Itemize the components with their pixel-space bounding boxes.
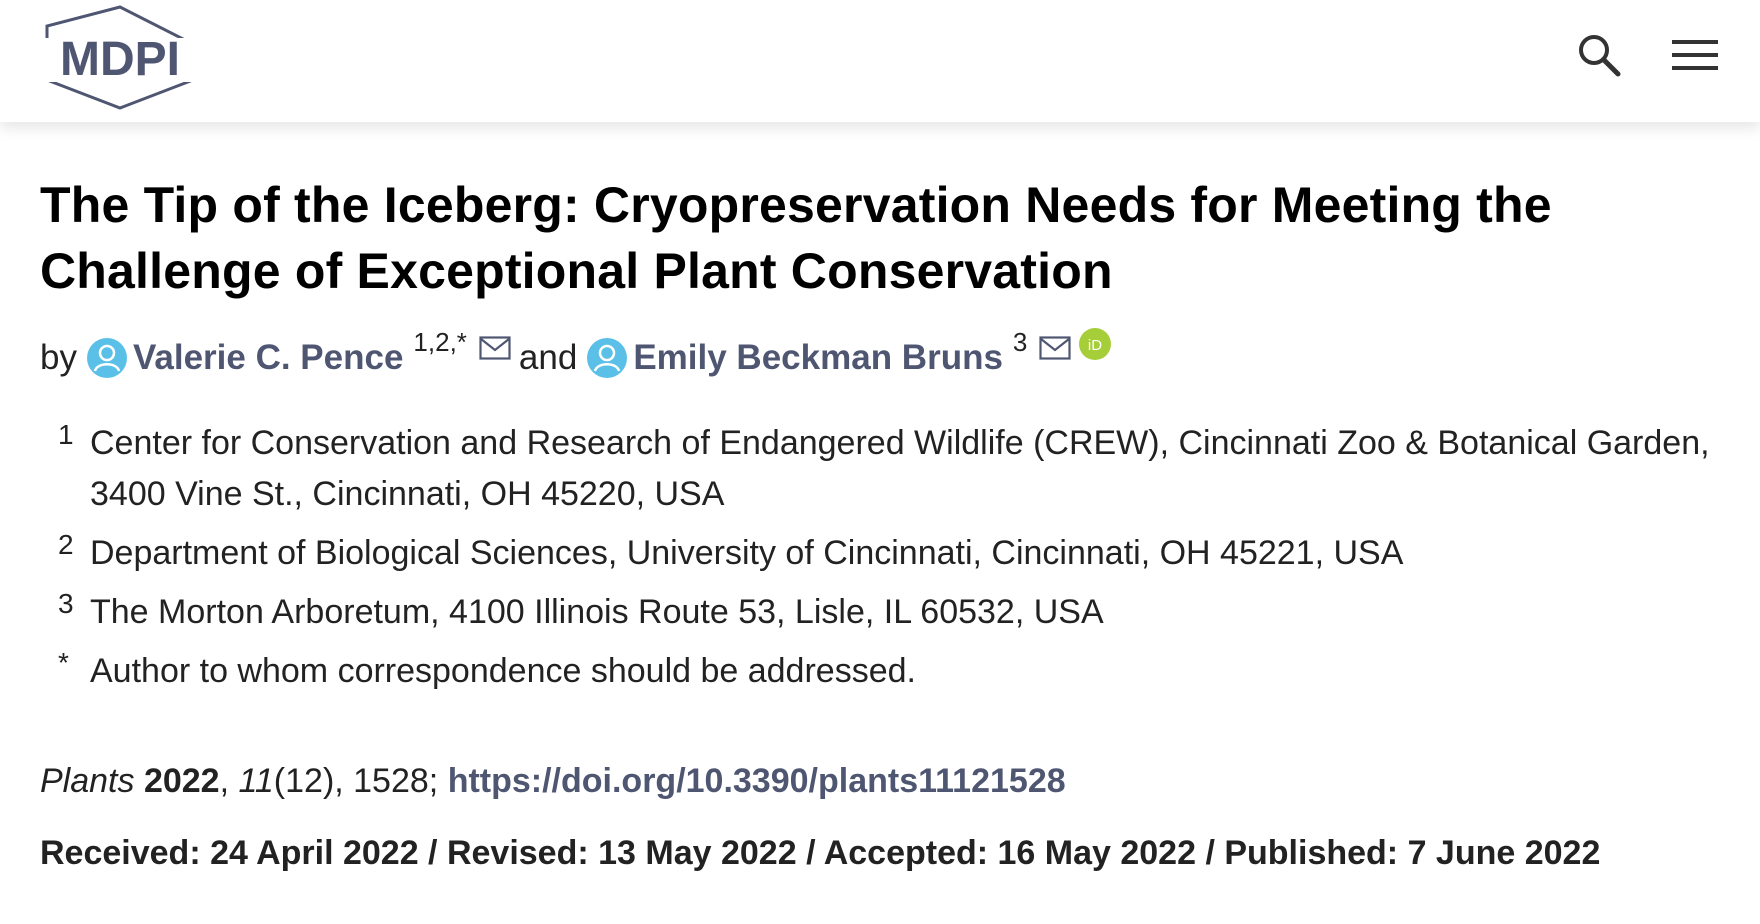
affiliation-item: 2 Department of Biological Sciences, Uni… (40, 528, 1730, 579)
hamburger-menu-icon (1672, 40, 1718, 70)
article-title: The Tip of the Iceberg: Cryopreservation… (40, 177, 1552, 299)
affiliation-text: The Morton Arboretum, 4100 Illinois Rout… (90, 593, 1104, 631)
citation-issue-pages: (12), 1528; (273, 762, 448, 800)
author-line: by Valerie C. Pence 1,2,* and Emily Beck… (40, 327, 1730, 378)
svg-text:iD: iD (1088, 337, 1102, 354)
author-affiliation-sup: 1,2,* (413, 327, 467, 357)
email-icon[interactable] (479, 336, 511, 360)
doi-link[interactable]: https://doi.org/10.3390/plants11121528 (448, 762, 1066, 800)
affiliations-list: 1 Center for Conservation and Research o… (40, 418, 1730, 697)
affiliation-number: 3 (58, 588, 74, 619)
logo-text: MDPI (60, 33, 180, 86)
affiliation-number: 1 (58, 419, 74, 450)
publication-dates: Received: 24 April 2022 / Revised: 13 Ma… (40, 834, 1601, 872)
affiliation-item: 3 The Morton Arboretum, 4100 Illinois Ro… (40, 587, 1730, 638)
article-header: The Tip of the Iceberg: Cryopreservation… (40, 122, 1730, 875)
and-label: and (518, 338, 578, 377)
citation-year: 2022 (143, 762, 220, 800)
mdpi-logo-icon: MDPI (41, 5, 199, 110)
citation-line: Plants 2022, 11(12), 1528; https://doi.o… (40, 759, 1730, 803)
menu-button[interactable] (1670, 30, 1720, 80)
person-icon (86, 338, 127, 378)
search-icon (1579, 35, 1621, 77)
mdpi-logo[interactable]: MDPI (38, 4, 202, 112)
person-icon (587, 338, 628, 378)
author-link-bruns[interactable]: Emily Beckman Bruns (633, 338, 1003, 378)
author-link-pence[interactable]: Valerie C. Pence (133, 338, 403, 378)
citation-sep: , (219, 762, 239, 800)
email-icon[interactable] (1039, 336, 1071, 360)
journal-name: Plants (40, 762, 135, 800)
search-button[interactable] (1574, 30, 1624, 80)
affiliation-number: 2 (58, 529, 74, 560)
affiliation-text: Center for Conservation and Research of … (90, 424, 1710, 513)
citation-volume: 11 (238, 762, 274, 800)
affiliation-number: * (58, 647, 69, 678)
by-label: by (40, 338, 77, 377)
affiliation-item: 1 Center for Conservation and Research o… (40, 418, 1730, 520)
site-header: MDPI (0, 0, 1760, 122)
affiliation-text: Author to whom correspondence should be … (90, 652, 916, 690)
orcid-icon[interactable]: iD (1079, 328, 1112, 360)
author-affiliation-sup: 3 (1012, 327, 1028, 357)
affiliation-text: Department of Biological Sciences, Unive… (90, 534, 1404, 572)
affiliation-item: * Author to whom correspondence should b… (40, 646, 1730, 697)
